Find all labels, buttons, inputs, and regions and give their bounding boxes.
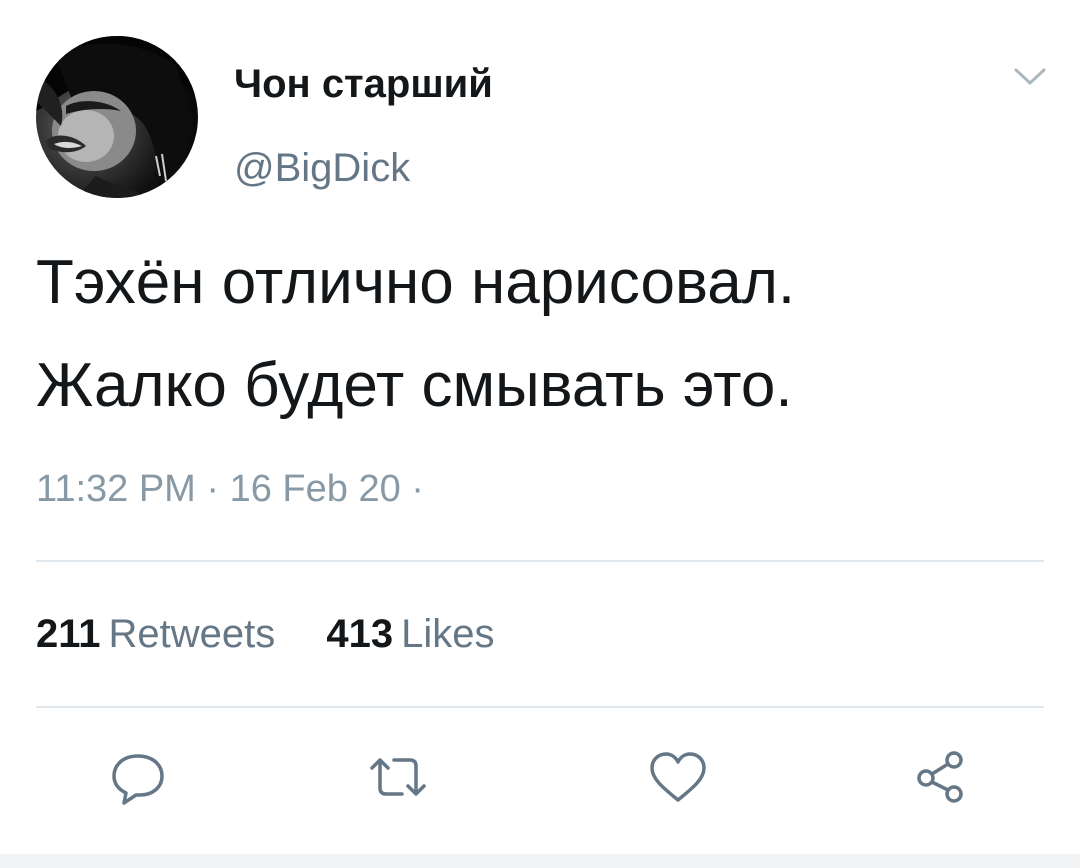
like-button[interactable] xyxy=(646,748,710,806)
avatar-photo-icon xyxy=(36,36,198,198)
share-button[interactable] xyxy=(910,748,974,806)
retweets-stat[interactable]: 211 Retweets xyxy=(36,612,275,657)
share-icon xyxy=(917,751,963,803)
tweet-text: Тэхён отлично нарисовал. Жалко будет смы… xyxy=(36,252,1046,458)
tweet-text-line: Жалко будет смывать это. xyxy=(36,351,793,420)
reply-icon xyxy=(112,754,164,805)
bottom-edge xyxy=(0,854,1080,868)
user-handle[interactable]: @BigDick xyxy=(234,146,410,191)
chevron-down-icon[interactable] xyxy=(1012,62,1048,90)
tweet-card: Чон старший @BigDick Тэхён отлично нарис… xyxy=(0,0,1080,868)
reply-button[interactable] xyxy=(106,748,170,806)
display-name[interactable]: Чон старший xyxy=(234,62,493,107)
retweets-count: 211 xyxy=(36,612,101,656)
tweet-stats: 211 Retweets 413 Likes xyxy=(36,612,535,657)
heart-icon xyxy=(650,752,706,802)
retweet-icon xyxy=(370,758,426,796)
retweets-label: Retweets xyxy=(108,612,276,656)
divider xyxy=(36,706,1044,708)
divider xyxy=(36,560,1044,562)
retweet-button[interactable] xyxy=(366,748,430,806)
likes-count: 413 xyxy=(326,612,394,656)
likes-label: Likes xyxy=(401,612,495,656)
likes-stat[interactable]: 413 Likes xyxy=(326,612,494,657)
timestamp[interactable]: 11:32 PM · 16 Feb 20 · xyxy=(36,468,424,511)
tweet-text-line: Тэхён отлично нарисовал. xyxy=(36,248,796,317)
avatar[interactable] xyxy=(36,36,198,198)
